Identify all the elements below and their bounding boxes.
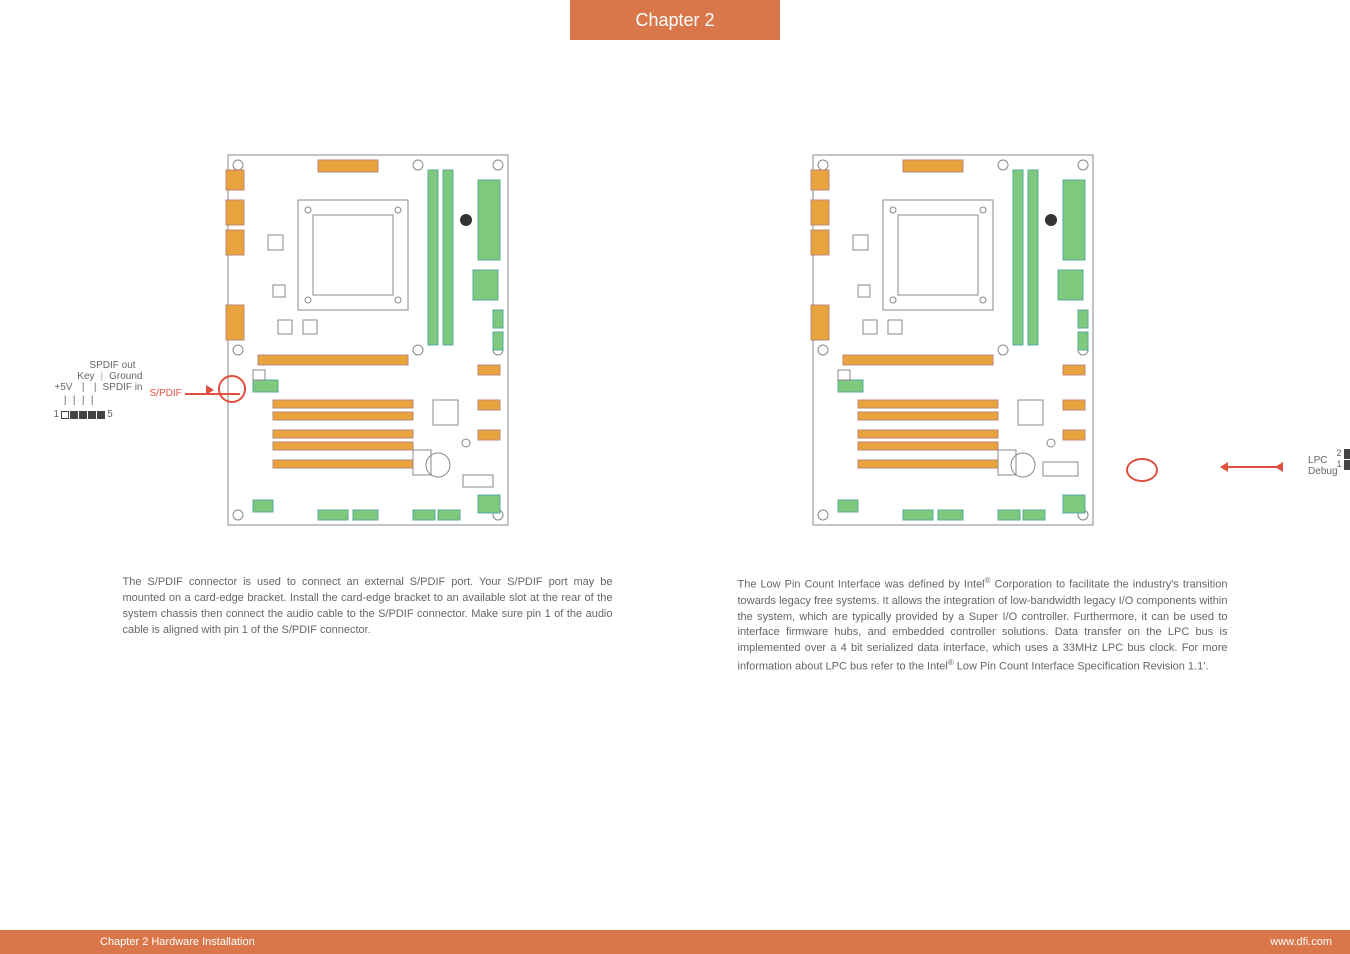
right-column: LPC Debug 2 1 12 11: [715, 150, 1250, 676]
motherboard-svg-right: [803, 150, 1103, 530]
lpc-description: The Low Pin Count Interface was defined …: [738, 575, 1228, 676]
page-footer: Chapter 2 Hardware Installation www.dfi.…: [0, 930, 1350, 954]
footer-chapter: Chapter 2 Hardware Installation: [100, 936, 255, 948]
label-key: Key: [77, 371, 94, 382]
left-column: SPDIF out Key | Ground +5V | | SPDIF in …: [100, 150, 635, 676]
footer-url: www.dfi.com: [1270, 936, 1350, 948]
motherboard-svg-left: [218, 150, 518, 530]
spdif-highlight-circle: [218, 375, 246, 403]
lpc-board-diagram: LPC Debug 2 1 12 11: [773, 150, 1193, 530]
chapter-tab: Chapter 2: [570, 0, 780, 40]
lpc-pinout: 2 1 12 11: [1336, 448, 1350, 470]
label-plus5v: +5V: [54, 382, 72, 393]
main-content: SPDIF out Key | Ground +5V | | SPDIF in …: [0, 150, 1350, 676]
label-lpc: LPC: [1308, 455, 1337, 466]
label-spdif-in: SPDIF in: [102, 382, 142, 393]
label-p1: 1: [1336, 459, 1341, 470]
label-p2: 2: [1336, 448, 1341, 459]
label-spdif-out: SPDIF out: [83, 360, 143, 371]
spdif-description: The S/PDIF connector is used to connect …: [123, 575, 613, 639]
label-pin5: 5: [107, 409, 113, 420]
lpc-connector-label: LPC Debug: [1308, 455, 1337, 477]
lpc-highlight-circle: [1126, 458, 1158, 482]
spdif-pinout-labels: SPDIF out Key | Ground +5V | | SPDIF in …: [48, 360, 143, 420]
spdif-board-diagram: SPDIF out Key | Ground +5V | | SPDIF in …: [158, 150, 578, 530]
label-debug: Debug: [1308, 466, 1337, 477]
label-pin1: 1: [54, 409, 60, 420]
label-ground: Ground: [109, 371, 142, 382]
